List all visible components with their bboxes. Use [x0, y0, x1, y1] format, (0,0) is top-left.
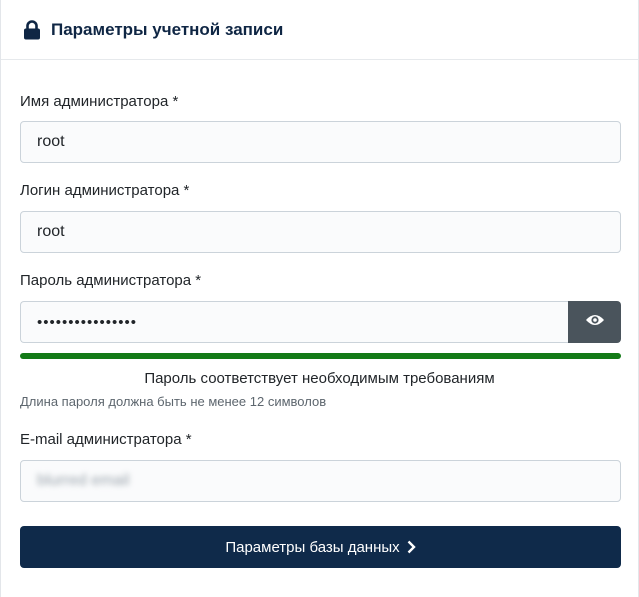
admin-login-input[interactable]: root [20, 211, 621, 253]
admin-name-input[interactable]: root [20, 121, 621, 163]
admin-password-input[interactable]: •••••••••••••••• [20, 301, 568, 343]
admin-password-group: •••••••••••••••• [20, 301, 621, 343]
admin-email-value: blurred email [37, 472, 130, 489]
database-settings-button-label: Параметры базы данных [225, 538, 400, 556]
admin-login-label: Логин администратора * [20, 182, 190, 199]
toggle-password-visibility-button[interactable] [568, 301, 621, 343]
card-title: Параметры учетной записи [51, 19, 284, 39]
admin-email-label: E-mail администратора * [20, 431, 192, 448]
password-strength-message: Пароль соответствует необходимым требова… [144, 370, 495, 387]
password-hint: Длина пароля должна быть не менее 12 сим… [20, 394, 327, 409]
eye-icon [585, 313, 605, 332]
card-header: Параметры учетной записи [1, 0, 638, 60]
account-settings-card: Параметры учетной записи Имя администрат… [0, 0, 639, 597]
admin-password-label: Пароль администратора * [20, 272, 202, 289]
admin-email-input[interactable]: blurred email [20, 460, 621, 502]
password-strength-fill [20, 353, 621, 359]
database-settings-button[interactable]: Параметры базы данных [20, 526, 621, 568]
chevron-right-icon [407, 540, 416, 554]
password-strength-bar [20, 353, 621, 359]
card-body: Имя администратора * root Логин админист… [1, 92, 638, 568]
admin-name-label: Имя администратора * [20, 93, 179, 110]
lock-icon [23, 19, 41, 40]
